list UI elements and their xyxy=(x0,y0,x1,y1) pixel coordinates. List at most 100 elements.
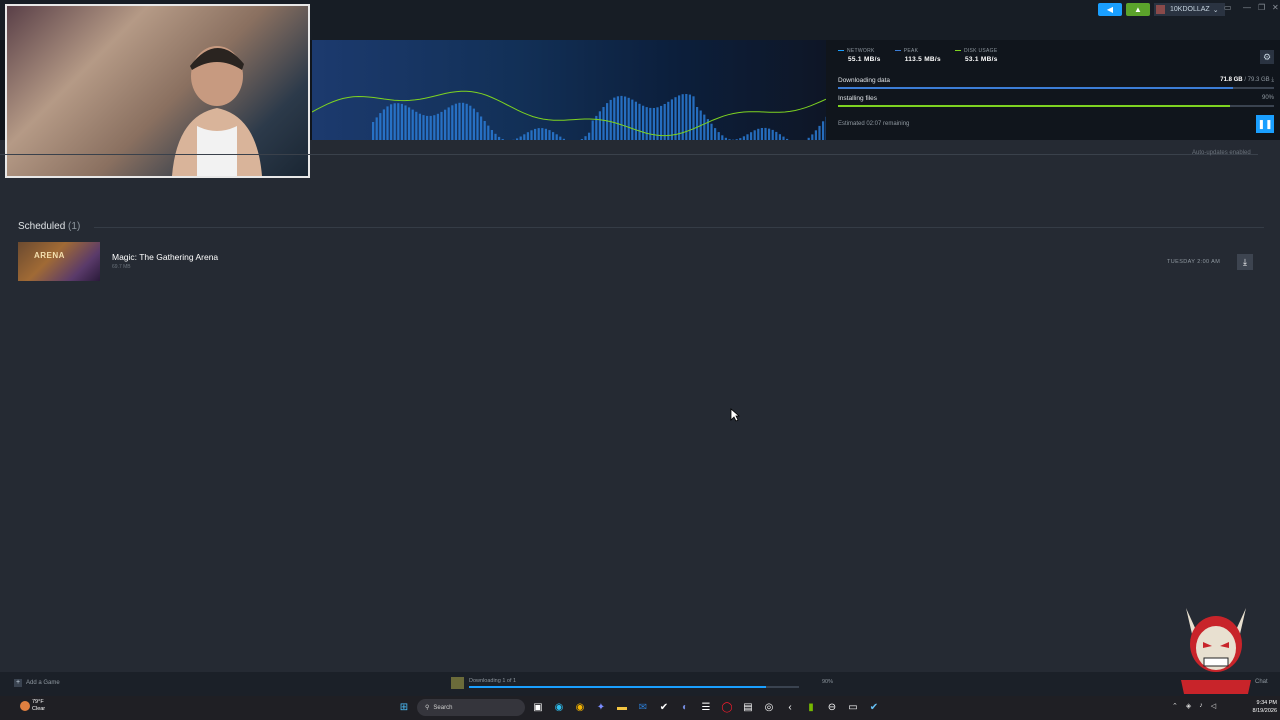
stat-disk-usage: DISK USAGE 53.1 MB/s xyxy=(954,48,998,63)
network-bar xyxy=(382,109,385,140)
network-bar xyxy=(580,139,583,140)
game-thumbnail[interactable]: ARENA xyxy=(18,242,100,281)
installing-files-label: Installing files xyxy=(838,95,878,102)
terminal-icon[interactable]: ▭ xyxy=(845,699,861,716)
network-bar xyxy=(465,103,468,140)
gear-icon: ⚙ xyxy=(1262,51,1272,62)
close-icon[interactable]: ✕ xyxy=(1272,3,1279,12)
add-game-button[interactable]: + Add a Game xyxy=(14,679,60,687)
edge-icon[interactable]: ◉ xyxy=(551,699,567,716)
file-explorer-icon[interactable]: ▬ xyxy=(614,699,630,716)
auto-updates-label: Auto-updates enabled xyxy=(1192,150,1251,156)
settings-icon[interactable]: ⊖ xyxy=(824,699,840,716)
download-settings-button[interactable]: ⚙ xyxy=(1260,50,1274,64)
network-bar xyxy=(548,130,551,140)
stat-peak: PEAK 113.5 MB/s xyxy=(894,48,941,63)
chevron-down-icon: ⌄ xyxy=(1212,6,1219,14)
discord-icon[interactable]: ◐ xyxy=(677,699,693,716)
clock[interactable]: 9:34 PM 8/19/2026 xyxy=(1245,699,1277,715)
notifications-button[interactable]: ▲ xyxy=(1126,3,1150,16)
network-bar xyxy=(584,136,587,140)
network-bar xyxy=(688,94,691,140)
copilot-icon[interactable]: ✦ xyxy=(593,699,609,716)
scheduled-time: TUESDAY 2:00 AM xyxy=(1167,259,1221,265)
back-icon[interactable]: ‹ xyxy=(782,699,798,716)
stat-network: NETWORK 55.1 MB/s xyxy=(838,48,881,63)
network-bar xyxy=(588,132,591,140)
network-bar xyxy=(436,113,439,140)
bandwidth-graph xyxy=(312,90,826,140)
network-bar xyxy=(642,105,645,140)
network-bar xyxy=(764,127,767,140)
network-bar xyxy=(692,96,695,140)
game-name[interactable]: Magic: The Gathering Arena xyxy=(112,252,218,262)
network-bar xyxy=(458,102,461,140)
network-bar xyxy=(447,107,450,140)
outlook-icon[interactable]: ✉ xyxy=(635,699,651,716)
steam-active-icon[interactable]: ✔ xyxy=(866,699,882,716)
network-bar xyxy=(411,109,414,140)
network-bar xyxy=(379,113,382,140)
pause-button[interactable]: ❚❚ xyxy=(1256,115,1274,133)
network-bar xyxy=(552,132,555,140)
network-bar xyxy=(620,95,623,140)
scheduled-item[interactable]: ARENA Magic: The Gathering Arena 69.7 MB… xyxy=(18,242,1258,282)
network-bar xyxy=(786,138,789,140)
disk-usage-line xyxy=(312,90,826,137)
network-bar xyxy=(768,128,771,140)
network-bar xyxy=(674,97,677,140)
steam-icon[interactable]: ✔ xyxy=(656,699,672,716)
streamlabs-icon[interactable]: ◎ xyxy=(761,699,777,716)
network-bar xyxy=(757,128,760,140)
user-menu[interactable]: 10KDOLLAZ ⌄ xyxy=(1154,3,1225,16)
network-bar xyxy=(631,99,634,140)
network-icon[interactable]: ◈ xyxy=(1186,702,1191,710)
network-bar xyxy=(476,112,479,140)
broadcast-button[interactable]: ◀ xyxy=(1098,3,1122,16)
network-bar xyxy=(602,107,605,140)
minimize-icon[interactable]: — xyxy=(1243,3,1251,12)
network-bar xyxy=(555,134,558,140)
search-box[interactable]: ⚲ Search xyxy=(417,699,525,716)
start-download-button[interactable]: ⤓ xyxy=(1237,254,1253,270)
elgato-icon[interactable]: ▤ xyxy=(740,699,756,716)
maximize-icon[interactable]: ❐ xyxy=(1258,3,1265,12)
search-icon: ⚲ xyxy=(425,705,430,711)
network-bar xyxy=(516,138,519,140)
opera-icon[interactable]: ◯ xyxy=(719,699,735,716)
chevron-up-icon[interactable]: ⌃ xyxy=(1172,702,1178,710)
speaker-icon[interactable]: ◁ xyxy=(1211,702,1216,710)
task-view-icon[interactable]: ▣ xyxy=(530,699,546,716)
windows-start-icon[interactable]: ⊞ xyxy=(396,699,412,716)
downloading-data-amount: 71.8 GB / 79.3 GB ⤓ xyxy=(1220,77,1274,83)
webcam-overlay xyxy=(5,4,310,178)
network-bar xyxy=(429,115,432,140)
friends-chat-button[interactable]: Chat xyxy=(1255,679,1268,685)
downloading-game-icon xyxy=(451,677,464,689)
network-bar xyxy=(714,128,717,140)
obs-icon[interactable]: ☰ xyxy=(698,699,714,716)
network-bar xyxy=(454,103,457,140)
weather-widget[interactable]: 79°F Clear xyxy=(32,699,45,713)
bottom-progress-pct: 90% xyxy=(822,679,834,685)
monitor-icon[interactable]: ▭ xyxy=(1224,3,1232,12)
network-bar xyxy=(408,107,411,140)
network-bar xyxy=(649,107,652,140)
network-bar xyxy=(400,103,403,140)
network-bar xyxy=(487,125,490,140)
mouse-cursor-icon xyxy=(730,408,740,422)
installing-files-row: Installing files 90% xyxy=(838,95,1274,107)
taskbar-apps: ⊞ ⚲ Search ▣ ◉ ◉ ✦ ▬ ✉ ✔ ◐ ☰ ◯ ▤ ◎ ‹ ▮ ⊖ … xyxy=(396,699,882,716)
network-bar xyxy=(418,113,421,140)
nvidia-icon[interactable]: ▮ xyxy=(803,699,819,716)
downloading-data-label: Downloading data xyxy=(838,77,891,84)
network-bar xyxy=(814,130,817,140)
chrome-icon[interactable]: ◉ xyxy=(572,699,588,716)
downloading-status[interactable]: Downloading 1 of 1 xyxy=(469,678,516,684)
network-bar xyxy=(494,133,497,140)
network-bar xyxy=(750,132,753,140)
network-bar xyxy=(598,111,601,140)
microphone-icon[interactable]: ♪ xyxy=(1199,702,1203,710)
network-bar xyxy=(544,128,547,140)
network-bar xyxy=(638,103,641,140)
